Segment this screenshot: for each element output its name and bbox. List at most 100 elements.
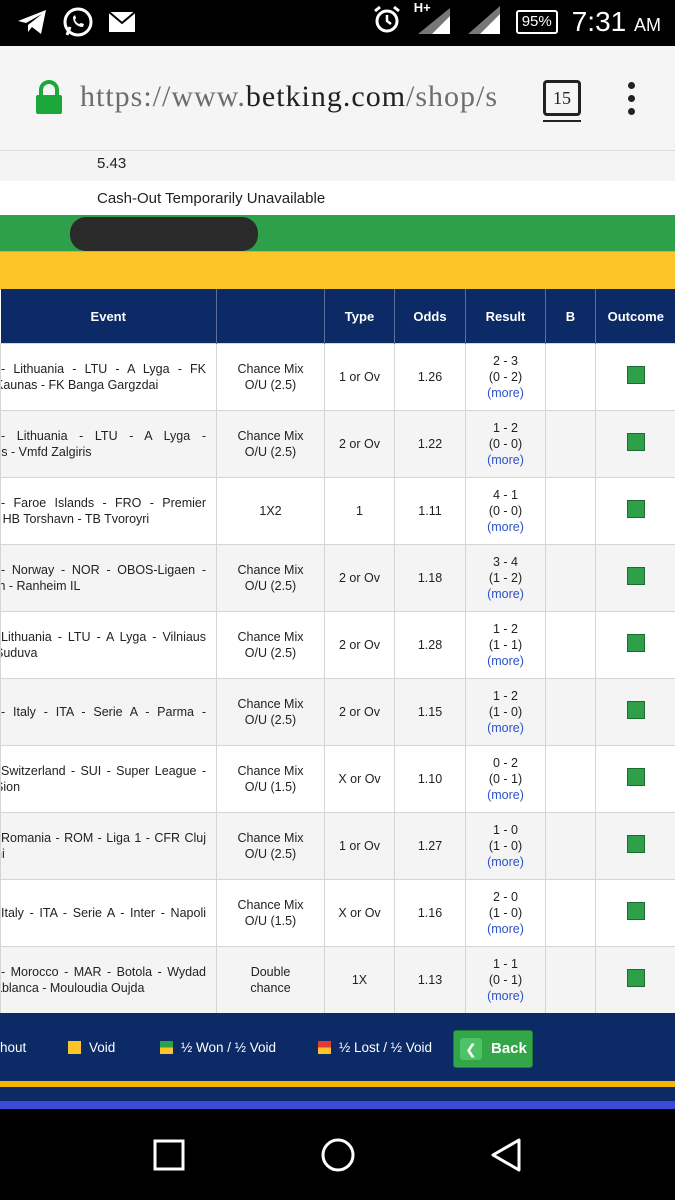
won-status-icon [626, 634, 645, 652]
event-cell: Switzerland - SUI - Super League - Sion [0, 745, 217, 813]
mail-icon [108, 11, 136, 38]
type-cell: X or Ov [324, 879, 395, 947]
back-button-label: Back [491, 1040, 527, 1057]
url-field[interactable]: https://www.betking.com/shop/s [80, 80, 522, 114]
market-line-2: O/U (1.5) [244, 914, 297, 928]
table-row: Romania - ROM - Liga 1 - CFR Cluj ni Chanc… [0, 812, 675, 880]
more-link[interactable]: (more) [466, 787, 545, 803]
legend-half-won: ½ Won / ½ Void [160, 1040, 276, 1055]
more-link[interactable]: (more) [466, 854, 545, 870]
won-status-icon [626, 433, 645, 451]
result-cell: 4 - 1 (0 - 0) (more) [465, 477, 546, 545]
market-line-1: Double [250, 965, 291, 979]
odds-cell: 1.28 [394, 611, 466, 679]
clock-time: 7:31 [571, 5, 627, 37]
more-link[interactable]: (more) [466, 586, 545, 602]
type-cell: 2 or Ov [324, 410, 395, 478]
market-cell: Chance Mix O/U (2.5) [216, 410, 325, 478]
table-row: - Faroe Islands - FRO - Premier - HB Tors… [0, 477, 675, 545]
market-line-2: O/U (2.5) [244, 378, 297, 392]
cashout-status-text: Cash-Out Temporarily Unavailable [97, 190, 326, 207]
table-row: - Lithuania - LTU - A Lyga - FK Kaunas - … [0, 343, 675, 411]
event-line-2: Suduva [2, 646, 38, 660]
back-button[interactable]: ❮ Back [453, 1030, 533, 1068]
table-row: Italy - ITA - Serie A - Inter - Napoli Ch… [0, 879, 675, 947]
table-row: - Morocco - MAR - Botola - Wydad ablanca … [0, 946, 675, 1014]
clock-ampm: AM [634, 14, 661, 35]
redacted-block [70, 217, 258, 251]
event-cell: - Norway - NOR - OBOS-Ligaen - m - Ranhei… [0, 544, 217, 612]
result-cell: 1 - 1 (0 - 1) (more) [465, 946, 546, 1014]
banker-cell [545, 410, 596, 478]
result-cell: 1 - 2 (0 - 0) (more) [465, 410, 546, 478]
halftime-score: (0 - 1) [488, 973, 523, 987]
header-market [216, 289, 325, 344]
more-link[interactable]: (more) [466, 452, 545, 468]
market-line-1: Chance Mix [237, 563, 304, 577]
tab-switcher-button[interactable]: 15 [543, 80, 581, 122]
banker-cell [545, 812, 596, 880]
outcome-cell [595, 678, 675, 746]
outcome-cell [595, 611, 675, 679]
more-link[interactable]: (more) [466, 519, 545, 535]
outcome-cell [595, 544, 675, 612]
event-line-1: - Morocco - MAR - Botola - Wydad [1, 965, 207, 979]
more-link[interactable]: (more) [466, 921, 545, 937]
event-line-1: - Italy - ITA - Serie A - Parma - [1, 705, 207, 719]
more-link[interactable]: (more) [466, 720, 545, 736]
type-cell: X or Ov [324, 745, 395, 813]
event-line-1: Italy - ITA - Serie A - Inter - Napoli [1, 906, 207, 920]
table-row: - Norway - NOR - OBOS-Ligaen - m - Ranhei… [0, 544, 675, 612]
event-line-1: - Norway - NOR - OBOS-Ligaen - [1, 563, 207, 577]
header-event: Event [0, 289, 217, 344]
browser-toolbar: https://www.betking.com/shop/s 15 [0, 46, 675, 151]
event-line-1: Romania - ROM - Liga 1 - CFR Cluj [1, 831, 207, 845]
market-line-1: Chance Mix [237, 898, 304, 912]
legend-void: Void [68, 1040, 115, 1055]
footer-blue-strip [0, 1101, 675, 1109]
type-cell: 1X [324, 946, 395, 1014]
event-line-2: Kaunas - FK Banga Gargzdai [0, 378, 159, 392]
half-won-swatch [160, 1041, 173, 1054]
recents-icon[interactable] [153, 1139, 185, 1176]
event-line-1: Lithuania - LTU - A Lyga - Vilniaus [1, 630, 207, 644]
legend-half-lost: ½ Lost / ½ Void [318, 1040, 432, 1055]
type-cell: 1 [324, 477, 395, 545]
android-nav-bar [0, 1109, 675, 1200]
more-link[interactable]: (more) [466, 385, 545, 401]
fulltime-score: 2 - 3 [492, 354, 518, 368]
type-cell: 1 or Ov [324, 812, 395, 880]
overflow-menu-icon[interactable] [628, 82, 640, 121]
market-cell: 1X2 [216, 477, 325, 545]
market-cell: Chance Mix O/U (2.5) [216, 343, 325, 411]
table-row: - Italy - ITA - Serie A - Parma - Chance … [0, 678, 675, 746]
won-status-icon [626, 902, 645, 920]
url-path: /shop/s [406, 80, 499, 113]
total-odds-row: 5.43 [0, 151, 675, 182]
home-icon[interactable] [320, 1137, 356, 1178]
result-cell: 1 - 2 (1 - 0) (more) [465, 678, 546, 746]
market-cell: Chance Mix O/U (2.5) [216, 611, 325, 679]
odds-cell: 1.10 [394, 745, 466, 813]
result-cell: 3 - 4 (1 - 2) (more) [465, 544, 546, 612]
odds-cell: 1.16 [394, 879, 466, 947]
back-nav-icon[interactable] [489, 1137, 523, 1178]
legend-void-label: Void [89, 1040, 116, 1055]
fulltime-score: 2 - 0 [492, 890, 518, 904]
won-status-icon [626, 768, 645, 786]
odds-cell: 1.15 [394, 678, 466, 746]
more-link[interactable]: (more) [466, 653, 545, 669]
header-type: Type [324, 289, 395, 344]
table-header-row: Event Type Odds Result B Outcome [0, 289, 675, 344]
odds-cell: 1.13 [394, 946, 466, 1014]
more-link[interactable]: (more) [466, 988, 545, 1004]
lock-icon[interactable] [34, 80, 64, 121]
type-cell: 2 or Ov [324, 544, 395, 612]
odds-cell: 1.27 [394, 812, 466, 880]
type-cell: 2 or Ov [324, 611, 395, 679]
outcome-cell [595, 410, 675, 478]
event-cell: Lithuania - LTU - A Lyga - Vilniaus Suduv… [0, 611, 217, 679]
outcome-cell [595, 946, 675, 1014]
halftime-score: (0 - 0) [488, 504, 523, 518]
header-b: B [545, 289, 596, 344]
